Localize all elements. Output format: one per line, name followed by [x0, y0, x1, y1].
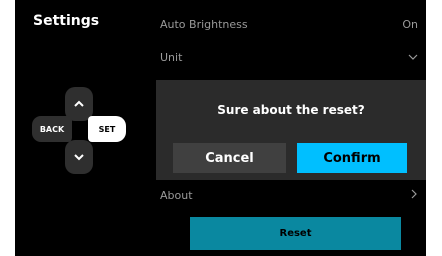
- set-button[interactable]: SET: [88, 116, 126, 142]
- auto-brightness-label: Auto Brightness: [160, 18, 248, 31]
- unit-label: Unit: [160, 51, 183, 64]
- set-button-label: SET: [98, 124, 116, 134]
- settings-screen: Settings BACK SET Auto Brightness On Uni…: [15, 0, 426, 256]
- chevron-down-icon: [408, 51, 418, 64]
- about-label: About: [160, 189, 193, 202]
- device-frame: Settings BACK SET Auto Brightness On Uni…: [0, 0, 442, 256]
- dpad-down-button[interactable]: [65, 140, 93, 174]
- reset-confirm-dialog: Sure about the reset? Cancel Confirm: [156, 80, 426, 180]
- chevron-down-icon: [74, 154, 84, 161]
- back-button[interactable]: BACK: [32, 116, 72, 142]
- reset-button[interactable]: Reset: [190, 217, 401, 250]
- auto-brightness-value: On: [402, 18, 418, 31]
- back-button-label: BACK: [39, 124, 65, 134]
- cancel-button[interactable]: Cancel: [173, 143, 286, 173]
- chevron-right-icon: [410, 189, 418, 202]
- chevron-up-icon: [74, 100, 84, 107]
- confirm-button[interactable]: Confirm: [297, 143, 407, 173]
- dialog-message: Sure about the reset?: [217, 103, 365, 117]
- page-title: Settings: [33, 13, 100, 29]
